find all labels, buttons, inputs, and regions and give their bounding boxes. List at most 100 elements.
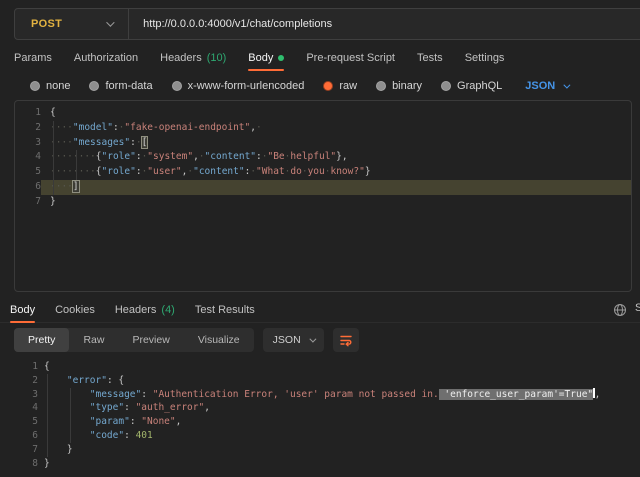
code-token: ········ bbox=[50, 166, 96, 177]
method-selector[interactable]: POST bbox=[15, 18, 62, 30]
code-line: 1{ bbox=[15, 106, 631, 121]
body-type-binary[interactable]: binary bbox=[376, 80, 422, 92]
code-token: "What bbox=[256, 166, 285, 177]
code-token: "Authentication Error, 'user' param not … bbox=[153, 389, 439, 400]
response-format-chevron-down-icon bbox=[309, 335, 316, 342]
tab-pre-request-script[interactable]: Pre-request Script bbox=[306, 45, 395, 71]
code-token: "auth_error" bbox=[136, 402, 205, 413]
request-tabs: Params Authorization Headers(10) Body Pre-re… bbox=[14, 45, 640, 71]
tab-headers[interactable]: Headers(4) bbox=[115, 297, 175, 323]
radio-label: GraphQL bbox=[457, 80, 502, 92]
response-format-dropdown[interactable]: JSON bbox=[263, 328, 324, 352]
code-line: 6 "code": 401 bbox=[14, 429, 640, 443]
tab-label: Settings bbox=[465, 52, 505, 64]
code-token: { bbox=[44, 361, 50, 372]
code-token: "content" bbox=[193, 166, 244, 177]
line-number: 1 bbox=[15, 106, 41, 121]
view-visualize[interactable]: Visualize bbox=[184, 328, 254, 352]
body-type-bar: none form-data x-www-form-urlencoded raw bin… bbox=[30, 74, 640, 98]
tab-tests[interactable]: Tests bbox=[417, 45, 443, 71]
code-token: 'enforce_user_param'=True" bbox=[439, 389, 593, 400]
tab-label: Body bbox=[10, 304, 35, 316]
code-token: 401 bbox=[136, 430, 153, 441]
method-chevron-down-icon[interactable] bbox=[106, 18, 112, 30]
tab-authorization[interactable]: Authorization bbox=[74, 45, 138, 71]
tab-label: Pre-request Script bbox=[306, 52, 395, 64]
tab-body[interactable]: Body bbox=[10, 297, 35, 323]
radio-icon bbox=[89, 81, 99, 91]
radio-label: raw bbox=[339, 80, 357, 92]
view-raw[interactable]: Raw bbox=[69, 328, 118, 352]
response-code-editor[interactable]: 1{2 "error": {3 "message": "Authenticati… bbox=[14, 356, 640, 477]
code-line: 3····"messages":·[ bbox=[15, 136, 631, 151]
globe-icon[interactable] bbox=[613, 303, 627, 317]
code-token: "code" bbox=[90, 430, 124, 441]
code-token: { bbox=[118, 375, 124, 386]
radio-label: x-www-form-urlencoded bbox=[188, 80, 305, 92]
indent-guide bbox=[76, 150, 77, 180]
line-number: 6 bbox=[15, 180, 41, 195]
code-token: "system" bbox=[147, 151, 193, 162]
tab-count-badge: (10) bbox=[207, 52, 227, 64]
request-code-editor[interactable]: 1{2····"model":·"fake-openai-endpoint",·… bbox=[14, 100, 632, 292]
code-token: , bbox=[204, 402, 210, 413]
tab-body[interactable]: Body bbox=[248, 45, 284, 71]
body-type-raw[interactable]: raw bbox=[323, 80, 357, 92]
code-token: know?" bbox=[330, 166, 364, 177]
code-token: } bbox=[50, 196, 56, 207]
code-token: } bbox=[44, 458, 50, 469]
tab-headers[interactable]: Headers(10) bbox=[160, 45, 226, 71]
url-input[interactable]: http://0.0.0.0:4000/v1/chat/completions bbox=[129, 18, 332, 30]
app-root: { "url_bar": { "method": "POST", "url": … bbox=[0, 0, 640, 477]
tab-test-results[interactable]: Test Results bbox=[195, 297, 255, 323]
tab-count-badge: (4) bbox=[161, 304, 174, 316]
code-token: }, bbox=[336, 151, 347, 162]
view-pretty[interactable]: Pretty bbox=[14, 328, 69, 352]
code-token bbox=[44, 416, 90, 427]
radio-label: form-data bbox=[105, 80, 152, 92]
code-token: } bbox=[365, 166, 371, 177]
code-token: { bbox=[50, 107, 56, 118]
line-number: 5 bbox=[15, 165, 41, 180]
code-line: 3 "message": "Authentication Error, 'use… bbox=[14, 388, 640, 402]
code-token: "content" bbox=[205, 151, 256, 162]
radio-icon bbox=[441, 81, 451, 91]
tab-label: Authorization bbox=[74, 52, 138, 64]
body-type-graphql[interactable]: GraphQL bbox=[441, 80, 502, 92]
request-format-label: JSON bbox=[525, 80, 555, 92]
code-token: you bbox=[308, 166, 325, 177]
code-token: do bbox=[290, 166, 301, 177]
indent-guide bbox=[70, 388, 71, 443]
code-token bbox=[44, 389, 90, 400]
code-token: [ bbox=[142, 137, 148, 148]
tab-label: Test Results bbox=[195, 304, 255, 316]
line-number: 3 bbox=[15, 136, 41, 151]
body-type-x-www-form-urlencoded[interactable]: x-www-form-urlencoded bbox=[172, 80, 305, 92]
line-number: 2 bbox=[14, 374, 38, 388]
body-type-none[interactable]: none bbox=[30, 80, 70, 92]
response-format-label: JSON bbox=[273, 334, 301, 346]
line-number: 7 bbox=[14, 443, 38, 457]
code-token: "error" bbox=[67, 375, 107, 386]
tab-label: Cookies bbox=[55, 304, 95, 316]
tab-active-dot bbox=[278, 55, 284, 61]
tab-settings[interactable]: Settings bbox=[465, 45, 505, 71]
code-line: 4 "type": "auth_error", bbox=[14, 401, 640, 415]
body-type-form-data[interactable]: form-data bbox=[89, 80, 152, 92]
code-line: 7} bbox=[15, 195, 631, 210]
line-number: 1 bbox=[14, 360, 38, 374]
code-line: 5 "param": "None", bbox=[14, 415, 640, 429]
request-format-dropdown[interactable]: JSON bbox=[525, 80, 568, 92]
radio-label: binary bbox=[392, 80, 422, 92]
tab-cookies[interactable]: Cookies bbox=[55, 297, 95, 323]
code-token: · bbox=[256, 122, 262, 133]
tab-params[interactable]: Params bbox=[14, 45, 52, 71]
code-token: "fake-openai-endpoint" bbox=[124, 122, 250, 133]
line-number: 8 bbox=[14, 457, 38, 471]
radio-icon bbox=[376, 81, 386, 91]
code-token: "type" bbox=[90, 402, 124, 413]
code-token: "messages" bbox=[73, 137, 130, 148]
view-preview[interactable]: Preview bbox=[118, 328, 183, 352]
code-line: 8} bbox=[14, 457, 640, 471]
wrap-lines-button[interactable] bbox=[333, 328, 359, 352]
